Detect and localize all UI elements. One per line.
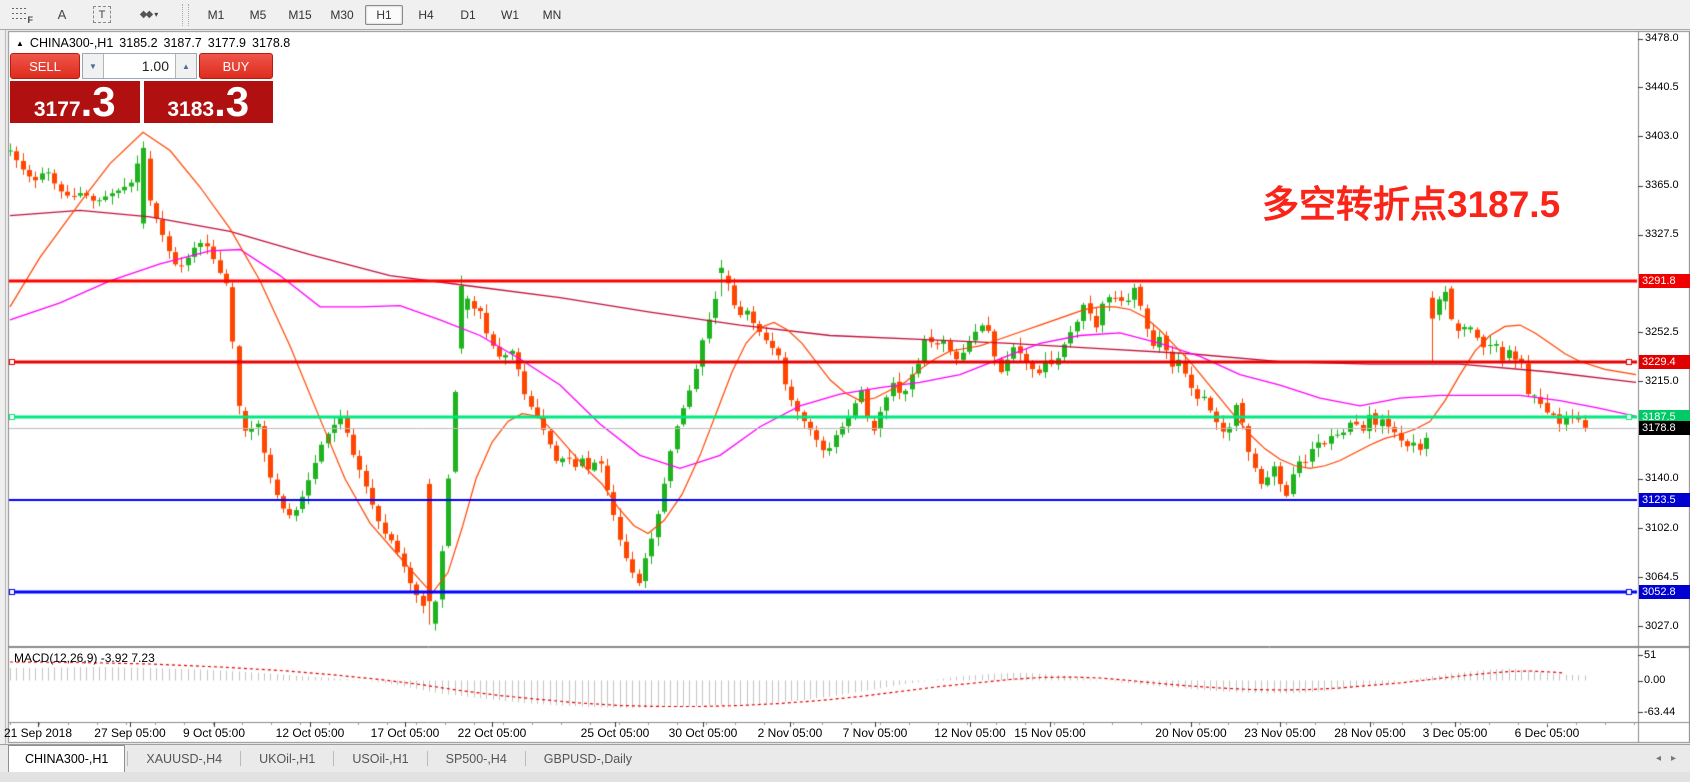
- time-axis-label: 15 Nov 05:00: [1014, 726, 1085, 740]
- sell-button[interactable]: SELL: [10, 53, 80, 79]
- price-tag-3291.8: 3291.8: [1639, 274, 1690, 288]
- price-tag-3052.8: 3052.8: [1639, 585, 1690, 599]
- toolbar-separator: [182, 4, 189, 26]
- time-axis-label: 12 Oct 05:00: [276, 726, 345, 740]
- time-axis-label: 22 Oct 05:00: [458, 726, 527, 740]
- tab-separator: [525, 751, 526, 766]
- price-axis-tick: 3102.0: [1645, 522, 1689, 534]
- timeframe-button-M1[interactable]: M1: [197, 5, 235, 25]
- price-axis-tick: 3140.0: [1645, 472, 1689, 484]
- top-toolbar: F A T ◆◆ ▾ M1M5M15M30H1H4D1W1MN: [0, 0, 1690, 30]
- timeframe-button-H1[interactable]: H1: [365, 5, 403, 25]
- time-axis-label: 28 Nov 05:00: [1334, 726, 1405, 740]
- time-axis-label: 7 Nov 05:00: [843, 726, 908, 740]
- one-click-trade-panel: SELL ▼ 1.00 ▲ BUY 3177.3 3183.3: [10, 53, 273, 123]
- price-axis-tick: 3027.0: [1645, 620, 1689, 632]
- timeframe-button-M30[interactable]: M30: [323, 5, 361, 25]
- fibonacci-tool-icon[interactable]: F: [10, 5, 34, 25]
- price-tag-3229.4: 3229.4: [1639, 355, 1690, 369]
- price-tag-3123.5: 3123.5: [1639, 493, 1690, 507]
- time-axis-label: 9 Oct 05:00: [183, 726, 245, 740]
- volume-input[interactable]: 1.00: [104, 54, 175, 78]
- symbol-tab-china300-h1[interactable]: CHINA300-,H1: [8, 745, 125, 772]
- macd-axis-tick: 0.00: [1644, 674, 1665, 686]
- timeframe-button-MN[interactable]: MN: [533, 5, 571, 25]
- volume-decrease-button[interactable]: ▼: [83, 54, 104, 78]
- bottom-edge-strip: [0, 771, 1690, 782]
- buy-price-display[interactable]: 3183.3: [144, 81, 274, 123]
- buy-button[interactable]: BUY: [199, 53, 273, 79]
- time-axis-label: 17 Oct 05:00: [371, 726, 440, 740]
- tab-scroll-left-icon[interactable]: ◂: [1656, 753, 1661, 764]
- price-axis-tick: 3440.5: [1645, 81, 1689, 93]
- macd-indicator-label: MACD(12,26,9) -3.92 7.23: [14, 651, 155, 665]
- time-axis-label: 27 Sep 05:00: [94, 726, 165, 740]
- volume-stepper: ▼ 1.00 ▲: [82, 53, 197, 79]
- timeframe-button-M15[interactable]: M15: [281, 5, 319, 25]
- price-axis-tick: 3365.0: [1645, 179, 1689, 191]
- price-axis-tick: 3215.0: [1645, 375, 1689, 387]
- ohlc-close: 3178.8: [252, 36, 290, 50]
- time-axis-label: 2 Nov 05:00: [758, 726, 823, 740]
- symbol-tab-sp500-h4[interactable]: SP500-,H4: [430, 745, 523, 772]
- tab-separator: [127, 751, 128, 766]
- time-axis-label: 6 Dec 05:00: [1515, 726, 1580, 740]
- timeframe-button-group: M1M5M15M30H1H4D1W1MN: [197, 5, 571, 25]
- trading-app-window: F A T ◆◆ ▾ M1M5M15M30H1H4D1W1MN ▲ CHINA3…: [0, 0, 1690, 782]
- tab-separator: [240, 751, 241, 766]
- macd-value: -3.92: [101, 651, 128, 665]
- symbol-tab-xauusd-h4[interactable]: XAUUSD-,H4: [130, 745, 238, 772]
- symbol-tab-ukoil-h1[interactable]: UKOil-,H1: [243, 745, 331, 772]
- time-axis-label: 12 Nov 05:00: [934, 726, 1005, 740]
- tab-scroll-right-icon[interactable]: ▸: [1671, 753, 1676, 764]
- text-tool-icon[interactable]: T: [90, 5, 114, 25]
- chart-annotation-text: 多空转折点3187.5: [1262, 174, 1560, 228]
- chart-symbol-title: ▲ CHINA300-,H1 3185.2 3187.7 3177.9 3178…: [16, 36, 290, 50]
- price-axis-tick: 3403.0: [1645, 130, 1689, 142]
- time-axis-label: 21 Sep 2018: [4, 726, 72, 740]
- text-label-tool-icon[interactable]: A: [50, 5, 74, 25]
- tab-separator: [427, 751, 428, 766]
- macd-axis-tick: -63.44: [1644, 706, 1675, 718]
- symbol-tab-gbpusd-daily[interactable]: GBPUSD-,Daily: [528, 745, 648, 772]
- price-axis-tick: 3252.5: [1645, 326, 1689, 338]
- price-tag-3178.8: 3178.8: [1639, 421, 1690, 435]
- fibonacci-f-glyph: F: [28, 15, 34, 25]
- ohlc-high: 3187.7: [164, 36, 202, 50]
- ohlc-low: 3177.9: [208, 36, 246, 50]
- chevron-down-icon[interactable]: ▾: [154, 10, 158, 19]
- time-axis-label: 20 Nov 05:00: [1155, 726, 1226, 740]
- shapes-tool-icon[interactable]: ◆◆ ▾: [130, 5, 168, 25]
- time-axis-label: 23 Nov 05:00: [1244, 726, 1315, 740]
- timeframe-button-M5[interactable]: M5: [239, 5, 277, 25]
- fibonacci-lines-glyph: [12, 8, 28, 19]
- ohlc-open: 3185.2: [119, 36, 157, 50]
- macd-signal-value: 7.23: [131, 651, 154, 665]
- symbol-tab-bar: CHINA300-,H1XAUUSD-,H4UKOil-,H1USOil-,H1…: [0, 744, 1690, 772]
- time-axis-label: 3 Dec 05:00: [1423, 726, 1488, 740]
- timeframe-button-H4[interactable]: H4: [407, 5, 445, 25]
- sell-price-display[interactable]: 3177.3: [10, 81, 140, 123]
- symbol-tab-usoil-h1[interactable]: USOil-,H1: [336, 745, 424, 772]
- collapse-triangle-icon[interactable]: ▲: [16, 39, 24, 48]
- symbol-name: CHINA300-,H1: [30, 36, 113, 50]
- timeframe-button-D1[interactable]: D1: [449, 5, 487, 25]
- price-axis-tick: 3478.0: [1645, 32, 1689, 44]
- macd-axis-tick: 51: [1644, 649, 1656, 661]
- drawing-tools-group: F A T ◆◆ ▾: [0, 5, 168, 25]
- price-axis-tick: 3064.5: [1645, 571, 1689, 583]
- volume-increase-button[interactable]: ▲: [175, 54, 196, 78]
- time-axis-label: 25 Oct 05:00: [581, 726, 650, 740]
- tab-separator: [333, 751, 334, 766]
- price-axis-tick: 3327.5: [1645, 228, 1689, 240]
- timeframe-button-W1[interactable]: W1: [491, 5, 529, 25]
- time-axis-label: 30 Oct 05:00: [669, 726, 738, 740]
